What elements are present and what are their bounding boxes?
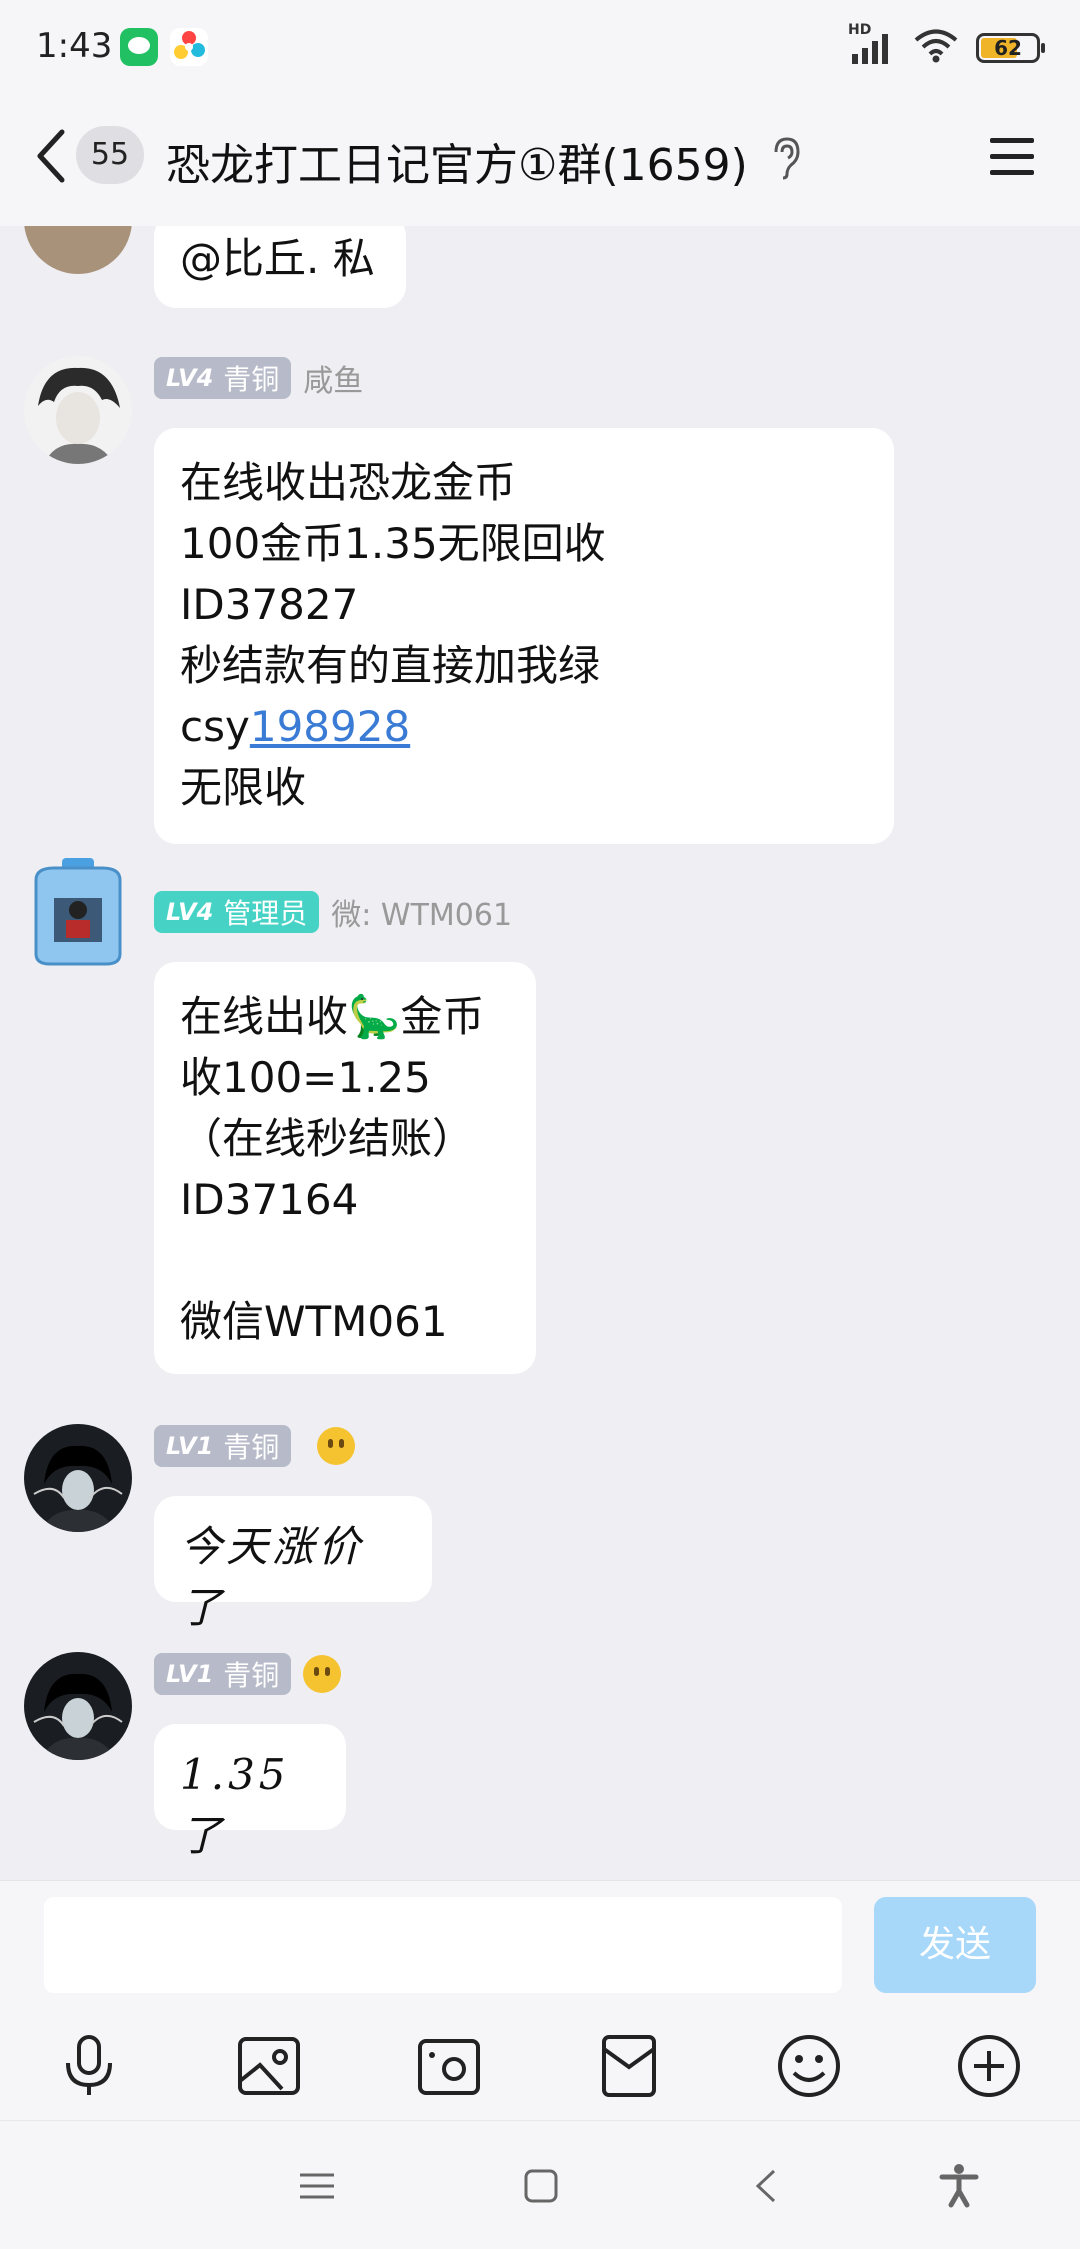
menu-button[interactable] <box>988 134 1036 180</box>
sender-info: LV1 青铜 <box>154 1424 356 1468</box>
chevron-left-icon <box>37 129 65 183</box>
sender-info: LV1 青铜 <box>154 1652 342 1696</box>
back-button[interactable] <box>30 126 76 186</box>
level-badge: LV1 青铜 <box>154 1653 292 1695</box>
title-label: 管理员 <box>223 897 308 930</box>
level-label: LV4 <box>166 898 214 926</box>
hamburger-menu-icon <box>990 138 1034 175</box>
avatar[interactable] <box>24 226 132 274</box>
phone-link[interactable]: 198928 <box>250 702 410 751</box>
message-bubble[interactable]: 1.35了 <box>154 1724 346 1860</box>
message-text-part: 金币 <box>400 992 485 1041</box>
unread-count-badge[interactable]: 55 <box>76 126 144 184</box>
avatar[interactable] <box>24 1424 132 1532</box>
wechat-icon <box>120 28 158 66</box>
wifi-icon <box>914 29 958 67</box>
microphone-icon[interactable] <box>54 2031 124 2101</box>
plus-icon[interactable] <box>954 2031 1024 2101</box>
input-bar: 发送 <box>0 1880 1080 2121</box>
system-navigation-bar <box>0 2120 1080 2249</box>
message-list[interactable]: @比丘. 私 LV4 青铜 咸鱼 在线收出恐龙金币 100金币1.35无限回收 … <box>0 226 1080 1880</box>
battery-icon: 62 <box>976 33 1045 63</box>
title-label: 青铜 <box>223 363 280 396</box>
signal-icon: HD <box>848 22 896 66</box>
level-badge: LV4 管理员 <box>154 891 320 933</box>
message-text-part: 在线出收 <box>180 992 349 1041</box>
colorful-app-icon <box>170 28 208 66</box>
title-label: 青铜 <box>223 1431 280 1464</box>
status-bar: 1:43 HD 62 <box>0 0 1080 96</box>
red-packet-icon[interactable] <box>594 2031 664 2101</box>
send-button[interactable]: 发送 <box>874 1897 1036 1993</box>
chat-title: 恐龙打工日记官方①群(1659) <box>166 140 748 191</box>
message-text: 1.35了 <box>180 1750 290 1860</box>
message-bubble[interactable]: 今天涨价了 <box>154 1496 432 1632</box>
status-emoji-icon <box>303 1655 342 1693</box>
message-text: 在线收出恐龙金币 100金币1.35无限回收 ID37827 秒结款有的直接加我… <box>180 452 868 818</box>
message-bubble[interactable]: @比丘. 私 <box>154 226 406 308</box>
title-label: 青铜 <box>223 1659 280 1692</box>
home-square-icon[interactable] <box>514 2159 568 2213</box>
level-label: LV4 <box>166 364 214 392</box>
avatar[interactable] <box>24 1652 132 1760</box>
message-bubble[interactable]: 在线收出恐龙金币 100金币1.35无限回收 ID37827 秒结款有的直接加我… <box>154 428 894 844</box>
sender-nickname[interactable]: 咸鱼 <box>303 356 363 400</box>
sender-info: LV4 青铜 咸鱼 <box>154 356 363 400</box>
message-bubble[interactable]: 在线出收🦕金币 收100=1.25 （在线秒结账） ID37164 微信WTM0… <box>154 962 536 1374</box>
sender-nickname[interactable]: 微: WTM061 <box>331 890 512 934</box>
battery-level: 62 <box>994 36 1022 60</box>
message-text: 今天涨价了 <box>180 1522 365 1632</box>
level-label: LV1 <box>166 1660 214 1688</box>
accessibility-icon[interactable] <box>932 2159 986 2213</box>
clock: 1:43 <box>36 26 113 66</box>
message-text-part: 收100=1.25 （在线秒结账） ID37164 微信WTM061 <box>180 1053 475 1346</box>
chat-header: 55 恐龙打工日记官方①群(1659) <box>0 96 1080 226</box>
avatar[interactable] <box>24 858 132 966</box>
message-text-part: 无限收 <box>180 763 307 812</box>
ear-icon[interactable] <box>770 136 804 180</box>
avatar[interactable] <box>24 356 132 464</box>
dinosaur-emoji: 🦕 <box>348 992 401 1041</box>
emoji-icon[interactable] <box>774 2031 844 2101</box>
status-emoji-icon <box>317 1427 356 1465</box>
message-input[interactable] <box>44 1897 842 1993</box>
message-text: 在线出收🦕金币 收100=1.25 （在线秒结账） ID37164 微信WTM0… <box>180 986 510 1352</box>
camera-icon[interactable] <box>414 2031 484 2101</box>
message-text: @比丘. 私 <box>180 234 375 283</box>
sender-info: LV4 管理员 微: WTM061 <box>154 890 512 934</box>
level-badge: LV4 青铜 <box>154 357 292 399</box>
image-icon[interactable] <box>234 2031 304 2101</box>
back-arrow-icon[interactable] <box>740 2159 794 2213</box>
level-label: LV1 <box>166 1432 214 1460</box>
level-badge: LV1 青铜 <box>154 1425 292 1467</box>
recents-menu-icon[interactable] <box>290 2159 344 2213</box>
